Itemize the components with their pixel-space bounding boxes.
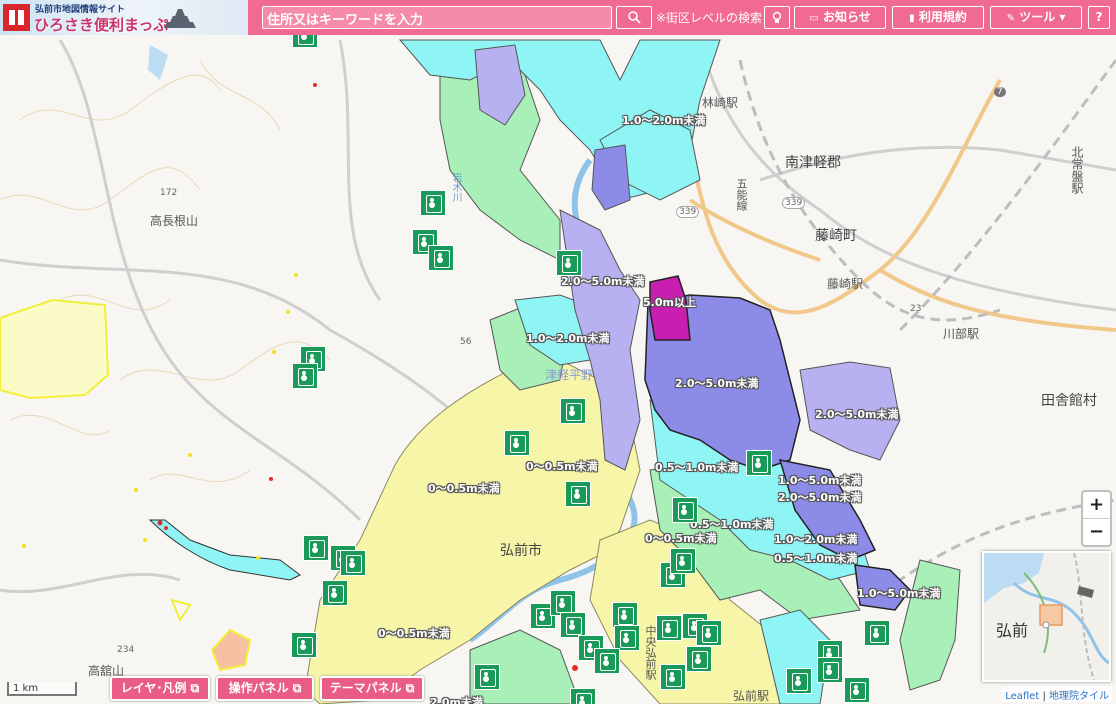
zoom-control: + − [1081,490,1112,547]
flood-label: 0～0.5m未満 [645,532,717,545]
flood-label: 0.5～1.0m未満 [774,552,858,565]
search-icon [628,10,641,24]
evacuation-shelter-icon[interactable] [340,550,366,576]
evacuation-shelter-icon[interactable] [670,548,696,574]
route-339-b: 339 [782,197,806,209]
evacuation-shelter-icon[interactable] [594,648,620,674]
evacuation-shelter-icon[interactable] [660,664,686,690]
flood-label: 0～0.5m未満 [378,627,450,640]
place-minamitsugaru: 南津軽郡 [785,155,841,171]
flood-label: 1.0～5.0m未満 [857,587,941,600]
zoom-in-button[interactable]: + [1083,492,1110,518]
logo-title: ひろさき便利まっぷ [34,16,169,34]
scale-bar: 1 km [7,682,77,696]
elevation-234: 234 [117,645,135,655]
tools-button[interactable]: ✎ ツール ▾ [990,6,1082,29]
flood-label: 1.0～2.0m未満 [774,533,858,546]
route-7: 7 [994,87,1006,97]
map-view[interactable]: 南津軽郡 藤崎町 弘前市 高長根山 田舎館村 津軽平野 林崎駅 藤崎駅 川部駅 … [0,0,1116,704]
place-fujisaki: 藤崎町 [815,228,857,244]
station-hirosaki: 弘前駅 [733,689,770,703]
header-bar: 弘前市地図情報サイト ひろさき便利まっぷ 住所又はキーワードを入力 ※街区レベル… [0,0,1116,35]
evacuation-shelter-icon[interactable] [474,664,500,690]
lightbulb-button[interactable] [764,6,790,29]
evacuation-shelter-icon[interactable] [420,190,446,216]
tools-label: ツール ▾ [1019,10,1066,24]
notice-label: お知らせ [822,10,871,24]
flood-label: 0.5～1.0m未満 [655,461,739,474]
book-icon: ▮ [909,13,915,24]
city-emblem-icon [3,4,30,31]
flood-label: 0～0.5m未満 [428,482,500,495]
evacuation-shelter-icon[interactable] [322,580,348,606]
elevation-23: 23 [910,304,922,314]
minimap-label: 弘前 [996,621,1029,640]
station-fujisaki: 藤崎駅 [827,277,864,291]
layers-legend-button[interactable]: レイヤ･凡例 ⧉ [110,676,210,701]
evacuation-shelter-icon[interactable] [556,250,582,276]
station-kawabe: 川部駅 [943,327,980,341]
castle-icon [164,9,196,28]
evacuation-shelter-icon[interactable] [686,646,712,672]
evacuation-shelter-icon[interactable] [570,688,596,704]
gsi-tile-link[interactable]: 地理院タイル [1049,691,1109,702]
evacuation-shelter-icon[interactable] [303,535,329,561]
flood-label: 1.0～2.0m未満 [622,114,706,127]
evacuation-shelter-icon[interactable] [696,620,722,646]
operation-panel-button[interactable]: 操作パネル ⧉ [216,676,314,701]
flood-label: 2.0～5.0m未満 [675,377,759,390]
place-tsugaru-heiya: 津軽平野 [545,368,594,382]
chat-icon: ▭ [809,13,819,24]
place-takanagane: 高長根山 [150,214,199,228]
leaflet-link[interactable]: Leaflet [1005,691,1039,702]
evacuation-shelter-icon[interactable] [817,657,843,683]
evacuation-shelter-icon[interactable] [504,430,530,456]
flood-label: 0～0.5m未満 [526,460,598,473]
terms-button[interactable]: ▮ 利用規約 [892,6,984,29]
search-input[interactable]: 住所又はキーワードを入力 [262,6,612,29]
theme-panel-button[interactable]: テーマパネル ⧉ [320,676,424,701]
attribution-separator: | [1042,691,1046,702]
site-logo[interactable]: 弘前市地図情報サイト ひろさき便利まっぷ [0,0,248,35]
place-hirosaki-city: 弘前市 [500,543,542,559]
search-button[interactable] [616,6,652,29]
elevation-172: 172 [160,188,178,198]
evacuation-shelter-icon[interactable] [656,615,682,641]
evacuation-shelter-icon[interactable] [786,668,812,694]
flood-label: 2.0m未満 [430,696,483,704]
flood-label: 1.0～2.0m未満 [526,332,610,345]
zoom-out-button[interactable]: − [1083,518,1110,545]
evacuation-shelter-icon[interactable] [746,450,772,476]
terms-label: 利用規約 [918,10,967,24]
evacuation-shelter-icon[interactable] [428,245,454,271]
help-button[interactable]: ? [1088,6,1110,29]
flood-label: 2.0～5.0m未満 [778,491,862,504]
evacuation-shelter-icon[interactable] [864,620,890,646]
elevation-56: 56 [460,337,472,347]
evacuation-shelter-icon[interactable] [565,481,591,507]
flood-label: 5.0m以上 [643,296,696,309]
evacuation-shelter-icon[interactable] [560,398,586,424]
evacuation-shelter-icon[interactable] [844,677,870,703]
evacuation-shelter-icon[interactable] [672,497,698,523]
overview-minimap[interactable]: 弘前 [982,551,1111,682]
station-kitatokiwa: 北常盤駅 [1070,146,1084,194]
river-iwaki: 岩木川 [450,172,461,202]
lightbulb-icon [772,11,782,23]
station-hayashizaki: 林崎駅 [702,96,739,110]
evacuation-shelter-icon[interactable] [292,363,318,389]
flood-label: 2.0～5.0m未満 [815,408,899,421]
wrench-icon: ✎ [1006,13,1015,24]
evacuation-shelter-icon[interactable] [291,632,317,658]
route-339-a: 339 [676,206,700,218]
map-attribution: Leaflet | 地理院タイル [1002,687,1112,702]
line-gonou: 五能線 [735,178,748,211]
search-hint: ※街区レベルの検索 [656,11,763,25]
notice-button[interactable]: ▭ お知らせ [794,6,886,29]
flood-label: 1.0～5.0m未満 [778,474,862,487]
place-inakadate: 田舎館村 [1041,393,1097,409]
